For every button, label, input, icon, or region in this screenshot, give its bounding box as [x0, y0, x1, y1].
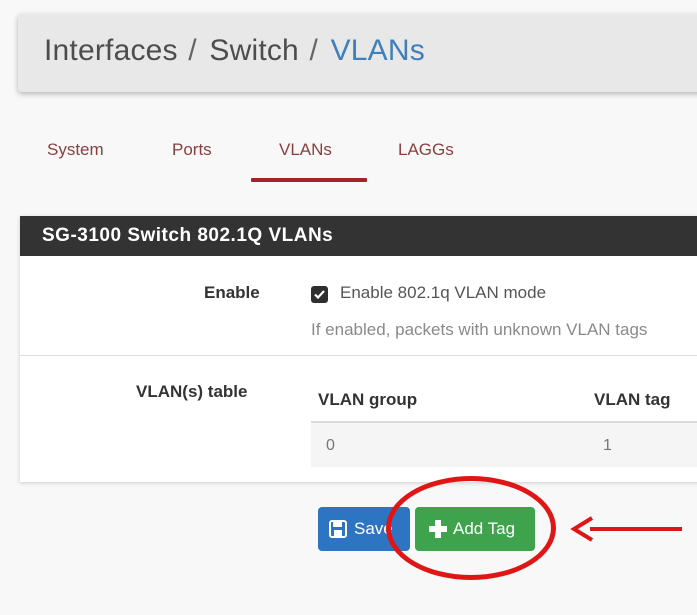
tab-vlans[interactable]: VLANs: [279, 140, 332, 160]
column-header-vlan-tag: VLAN tag: [594, 390, 671, 409]
breadcrumb-interfaces[interactable]: Interfaces: [44, 34, 178, 67]
page: Interfaces / Switch / VLANs System Ports…: [0, 0, 697, 615]
tab-bar: System Ports VLANs LAGGs: [0, 130, 697, 190]
breadcrumb-current[interactable]: VLANs: [331, 34, 425, 67]
check-icon: [314, 290, 325, 300]
breadcrumb-separator: /: [188, 34, 197, 67]
enable-help-text: If enabled, packets with unknown VLAN ta…: [311, 320, 648, 339]
vlan-table-label: VLAN(s) table: [136, 382, 248, 401]
breadcrumb-switch[interactable]: Switch: [209, 34, 299, 67]
breadcrumb-bar: Interfaces / Switch / VLANs: [18, 14, 697, 92]
pointer-arrow-icon: [570, 516, 682, 542]
enable-checkbox-label[interactable]: Enable 802.1q VLAN mode: [340, 283, 546, 303]
breadcrumb: Interfaces / Switch / VLANs: [44, 34, 425, 68]
panel-heading: SG-3100 Switch 802.1Q VLANs: [20, 216, 697, 256]
column-header-vlan-group: VLAN group: [318, 390, 418, 409]
enable-label: Enable: [204, 283, 260, 302]
tab-laggs[interactable]: LAGGs: [398, 140, 454, 160]
highlight-circle: [386, 476, 556, 580]
panel-title: SG-3100 Switch 802.1Q VLANs: [42, 225, 334, 246]
table-row: [311, 423, 697, 467]
breadcrumb-separator: /: [309, 34, 319, 67]
row-divider: [20, 355, 697, 356]
tab-ports[interactable]: Ports: [172, 140, 212, 160]
save-icon: [329, 520, 347, 538]
active-tab-indicator: [251, 178, 367, 182]
enable-checkbox[interactable]: [311, 286, 328, 303]
vlans-panel: SG-3100 Switch 802.1Q VLANs Enable Enabl…: [20, 216, 697, 482]
cell-vlan-tag: 1: [603, 437, 612, 454]
tab-system[interactable]: System: [47, 140, 104, 160]
cell-vlan-group: 0: [326, 437, 335, 454]
